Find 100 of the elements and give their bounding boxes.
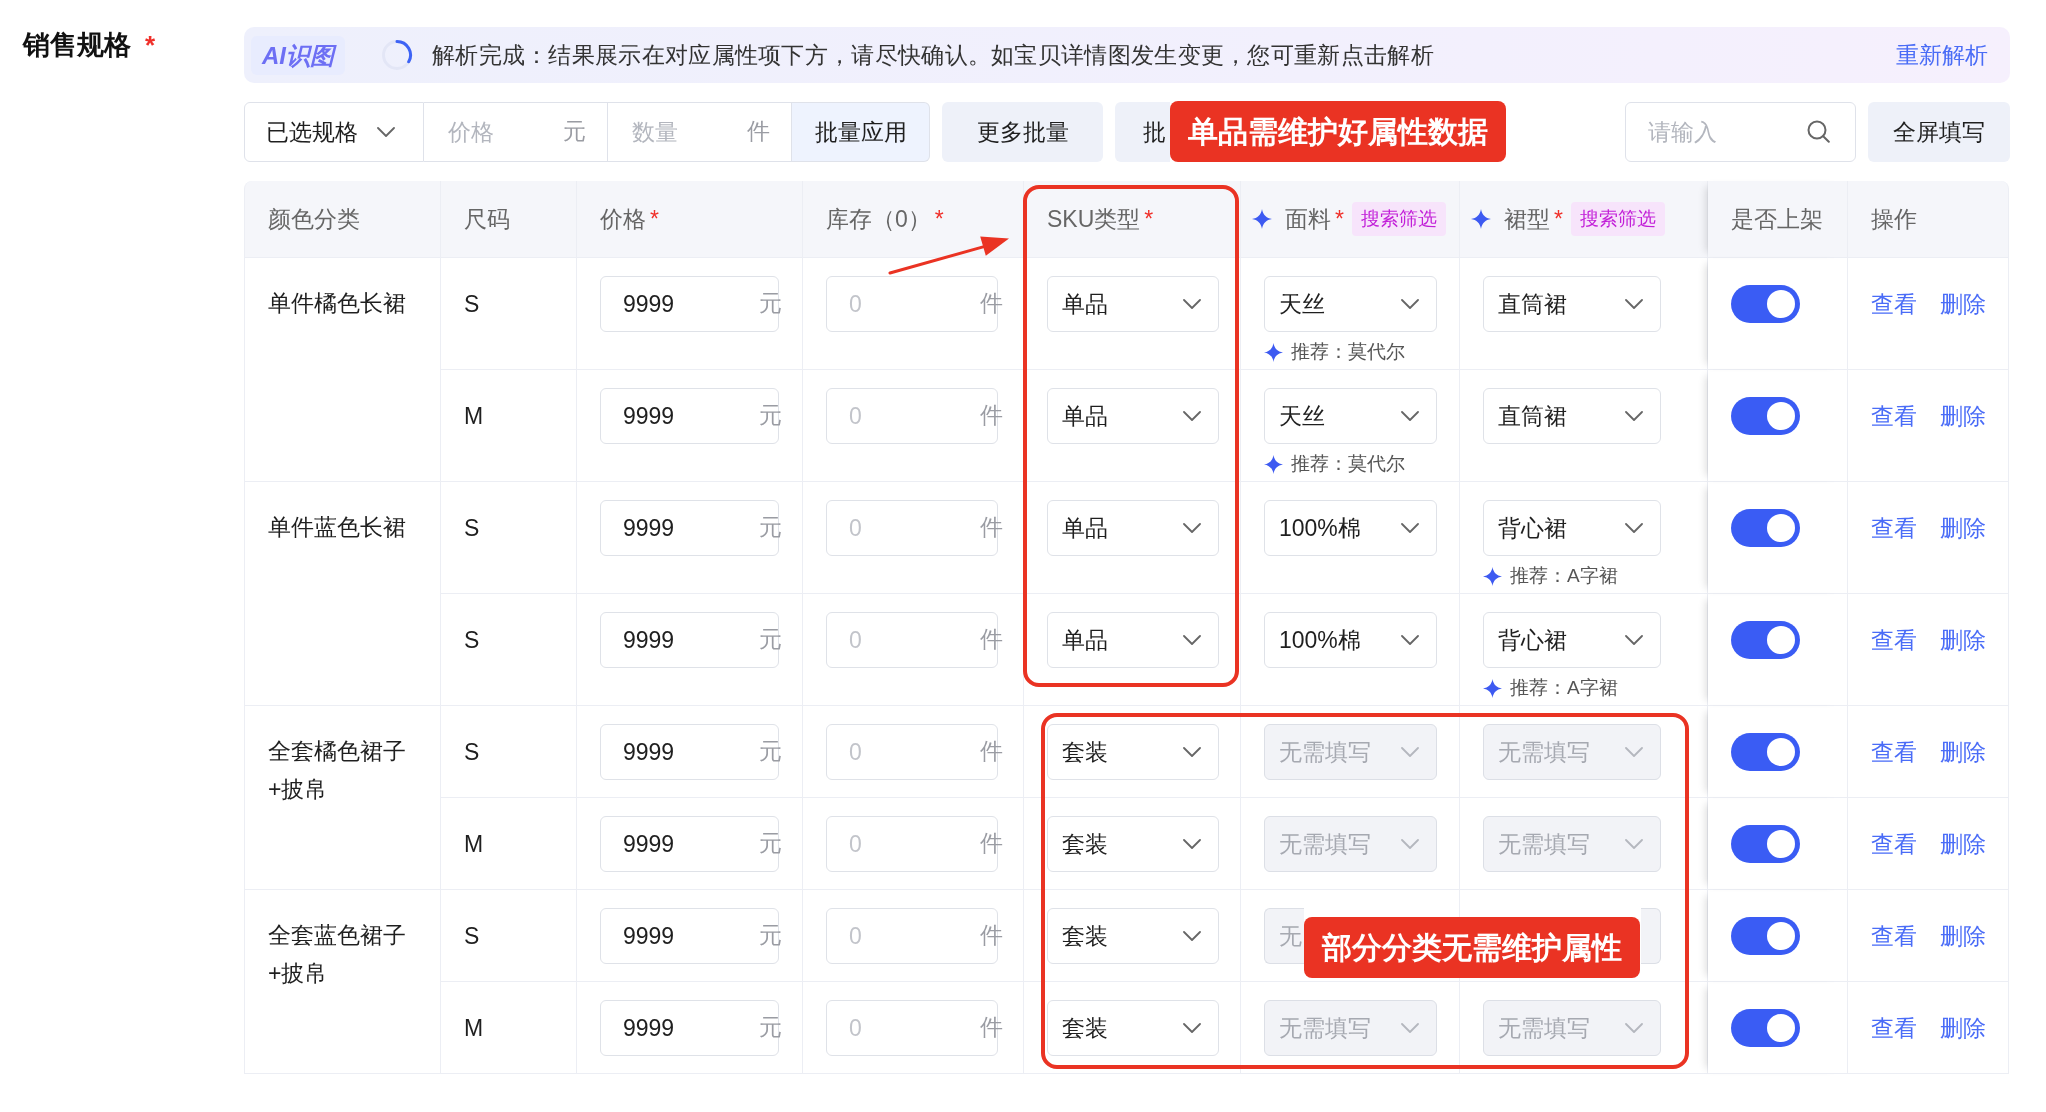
search-field[interactable]: 请输入 bbox=[1625, 102, 1856, 162]
fabric-select[interactable]: 天丝 bbox=[1264, 388, 1437, 444]
required-mark: * bbox=[145, 29, 156, 62]
batch-button[interactable]: 批 bbox=[1115, 102, 1170, 162]
listed-toggle[interactable] bbox=[1731, 509, 1800, 547]
listed-toggle[interactable] bbox=[1731, 397, 1800, 435]
delete-link[interactable]: 删除 bbox=[1940, 724, 1986, 780]
delete-link[interactable]: 删除 bbox=[1940, 612, 1986, 668]
spec-select[interactable]: 已选规格 bbox=[244, 102, 424, 162]
fabric-select[interactable]: 100%棉 bbox=[1264, 612, 1437, 668]
sku-type-select[interactable]: 单品 bbox=[1047, 612, 1219, 668]
color-category: 全套蓝色裙子+披帛 bbox=[268, 922, 406, 986]
delete-link[interactable]: 删除 bbox=[1940, 276, 1986, 332]
listed-toggle[interactable] bbox=[1731, 917, 1800, 955]
chevron-down-icon bbox=[1401, 299, 1419, 309]
color-category: 单件蓝色长裙 bbox=[268, 514, 406, 540]
listed-toggle[interactable] bbox=[1731, 621, 1800, 659]
unit-suffix: 元 bbox=[759, 1014, 782, 1042]
batch-apply-button[interactable]: 批量应用 bbox=[792, 102, 930, 162]
unit-suffix: 元 bbox=[563, 118, 586, 146]
chevron-down-icon bbox=[1401, 747, 1419, 757]
view-link[interactable]: 查看 bbox=[1871, 816, 1917, 872]
search-filter-tag[interactable]: 搜索筛选 bbox=[1570, 202, 1665, 236]
chevron-down-icon bbox=[1183, 523, 1201, 533]
delete-link[interactable]: 删除 bbox=[1940, 908, 1986, 964]
skirt-type-select[interactable]: 背心裙 bbox=[1483, 500, 1661, 556]
sku-type-select[interactable]: 套装 bbox=[1047, 816, 1219, 872]
recommendation-hint: 推荐：莫代尔 bbox=[1291, 452, 1405, 476]
size-label: S bbox=[464, 627, 480, 653]
chevron-down-icon bbox=[1183, 747, 1201, 757]
chevron-down-icon bbox=[1625, 523, 1643, 533]
chevron-down-icon bbox=[1183, 411, 1201, 421]
chevron-down-icon bbox=[1401, 1023, 1419, 1033]
ai-recognition-badge: AI识图 bbox=[251, 35, 345, 75]
view-link[interactable]: 查看 bbox=[1871, 612, 1917, 668]
chevron-down-icon bbox=[1183, 931, 1201, 941]
unit-suffix: 元 bbox=[759, 830, 782, 858]
size-label: M bbox=[464, 1015, 484, 1041]
sku-type-select[interactable]: 套装 bbox=[1047, 1000, 1219, 1056]
sku-type-select[interactable]: 单品 bbox=[1047, 276, 1219, 332]
view-link[interactable]: 查看 bbox=[1871, 500, 1917, 556]
chevron-down-icon bbox=[1401, 523, 1419, 533]
delete-link[interactable]: 删除 bbox=[1940, 388, 1986, 444]
chevron-down-icon bbox=[1401, 635, 1419, 645]
chevron-down-icon bbox=[1625, 1023, 1643, 1033]
sku-type-select[interactable]: 单品 bbox=[1047, 500, 1219, 556]
skirt-type-select[interactable]: 直筒裙 bbox=[1483, 276, 1661, 332]
delete-link[interactable]: 删除 bbox=[1940, 1000, 1986, 1056]
chevron-down-icon bbox=[1183, 1023, 1201, 1033]
reparse-link[interactable]: 重新解析 bbox=[1896, 39, 1988, 71]
callout-label: 部分分类无需维护属性 bbox=[1304, 917, 1640, 978]
size-label: M bbox=[464, 831, 484, 857]
unit-suffix: 件 bbox=[747, 118, 770, 146]
listed-toggle[interactable] bbox=[1731, 733, 1800, 771]
chevron-down-icon bbox=[377, 127, 395, 137]
unit-suffix: 元 bbox=[759, 402, 782, 430]
column-title: 面料 bbox=[1285, 204, 1331, 234]
more-batch-button[interactable]: 更多批量 bbox=[942, 102, 1103, 162]
skirt-type-select[interactable]: 直筒裙 bbox=[1483, 388, 1661, 444]
unit-suffix: 元 bbox=[759, 290, 782, 318]
listed-toggle[interactable] bbox=[1731, 1009, 1800, 1047]
fabric-select[interactable]: 100%棉 bbox=[1264, 500, 1437, 556]
spinner-icon bbox=[381, 39, 413, 71]
fabric-select[interactable]: 天丝 bbox=[1264, 276, 1437, 332]
listed-toggle[interactable] bbox=[1731, 825, 1800, 863]
view-link[interactable]: 查看 bbox=[1871, 1000, 1917, 1056]
sparkle-icon bbox=[1264, 454, 1283, 474]
recommendation-hint: 推荐：A字裙 bbox=[1510, 564, 1618, 588]
chevron-down-icon bbox=[1625, 299, 1643, 309]
chevron-down-icon bbox=[1183, 839, 1201, 849]
sku-type-select[interactable]: 单品 bbox=[1047, 388, 1219, 444]
delete-link[interactable]: 删除 bbox=[1940, 500, 1986, 556]
callout-label: 单品需维护好属性数据 bbox=[1170, 101, 1506, 162]
chevron-down-icon bbox=[1183, 299, 1201, 309]
view-link[interactable]: 查看 bbox=[1871, 276, 1917, 332]
size-label: S bbox=[464, 739, 480, 765]
sparkle-icon bbox=[1483, 566, 1502, 586]
required-mark: * bbox=[650, 205, 659, 233]
color-category: 全套橘色裙子+披帛 bbox=[268, 738, 406, 802]
chevron-down-icon bbox=[1625, 411, 1643, 421]
view-link[interactable]: 查看 bbox=[1871, 724, 1917, 780]
view-link[interactable]: 查看 bbox=[1871, 388, 1917, 444]
column-title: 是否上架 bbox=[1731, 204, 1823, 234]
sku-type-select[interactable]: 套装 bbox=[1047, 908, 1219, 964]
required-mark: * bbox=[1335, 205, 1344, 233]
unit-suffix: 元 bbox=[759, 922, 782, 950]
color-category: 单件橘色长裙 bbox=[268, 290, 406, 316]
listed-toggle[interactable] bbox=[1731, 285, 1800, 323]
view-link[interactable]: 查看 bbox=[1871, 908, 1917, 964]
skirt-type-select[interactable]: 背心裙 bbox=[1483, 612, 1661, 668]
fullscreen-fill-button[interactable]: 全屏填写 bbox=[1868, 102, 2010, 162]
chevron-down-icon bbox=[1625, 839, 1643, 849]
search-filter-tag[interactable]: 搜索筛选 bbox=[1351, 202, 1446, 236]
required-mark: * bbox=[934, 205, 944, 233]
sku-type-select[interactable]: 套装 bbox=[1047, 724, 1219, 780]
chevron-down-icon bbox=[1625, 635, 1643, 645]
delete-link[interactable]: 删除 bbox=[1940, 816, 1986, 872]
recommendation-hint: 推荐：莫代尔 bbox=[1291, 340, 1405, 364]
section-title: 销售规格 bbox=[23, 29, 131, 62]
column-title: SKU类型 bbox=[1047, 204, 1141, 234]
